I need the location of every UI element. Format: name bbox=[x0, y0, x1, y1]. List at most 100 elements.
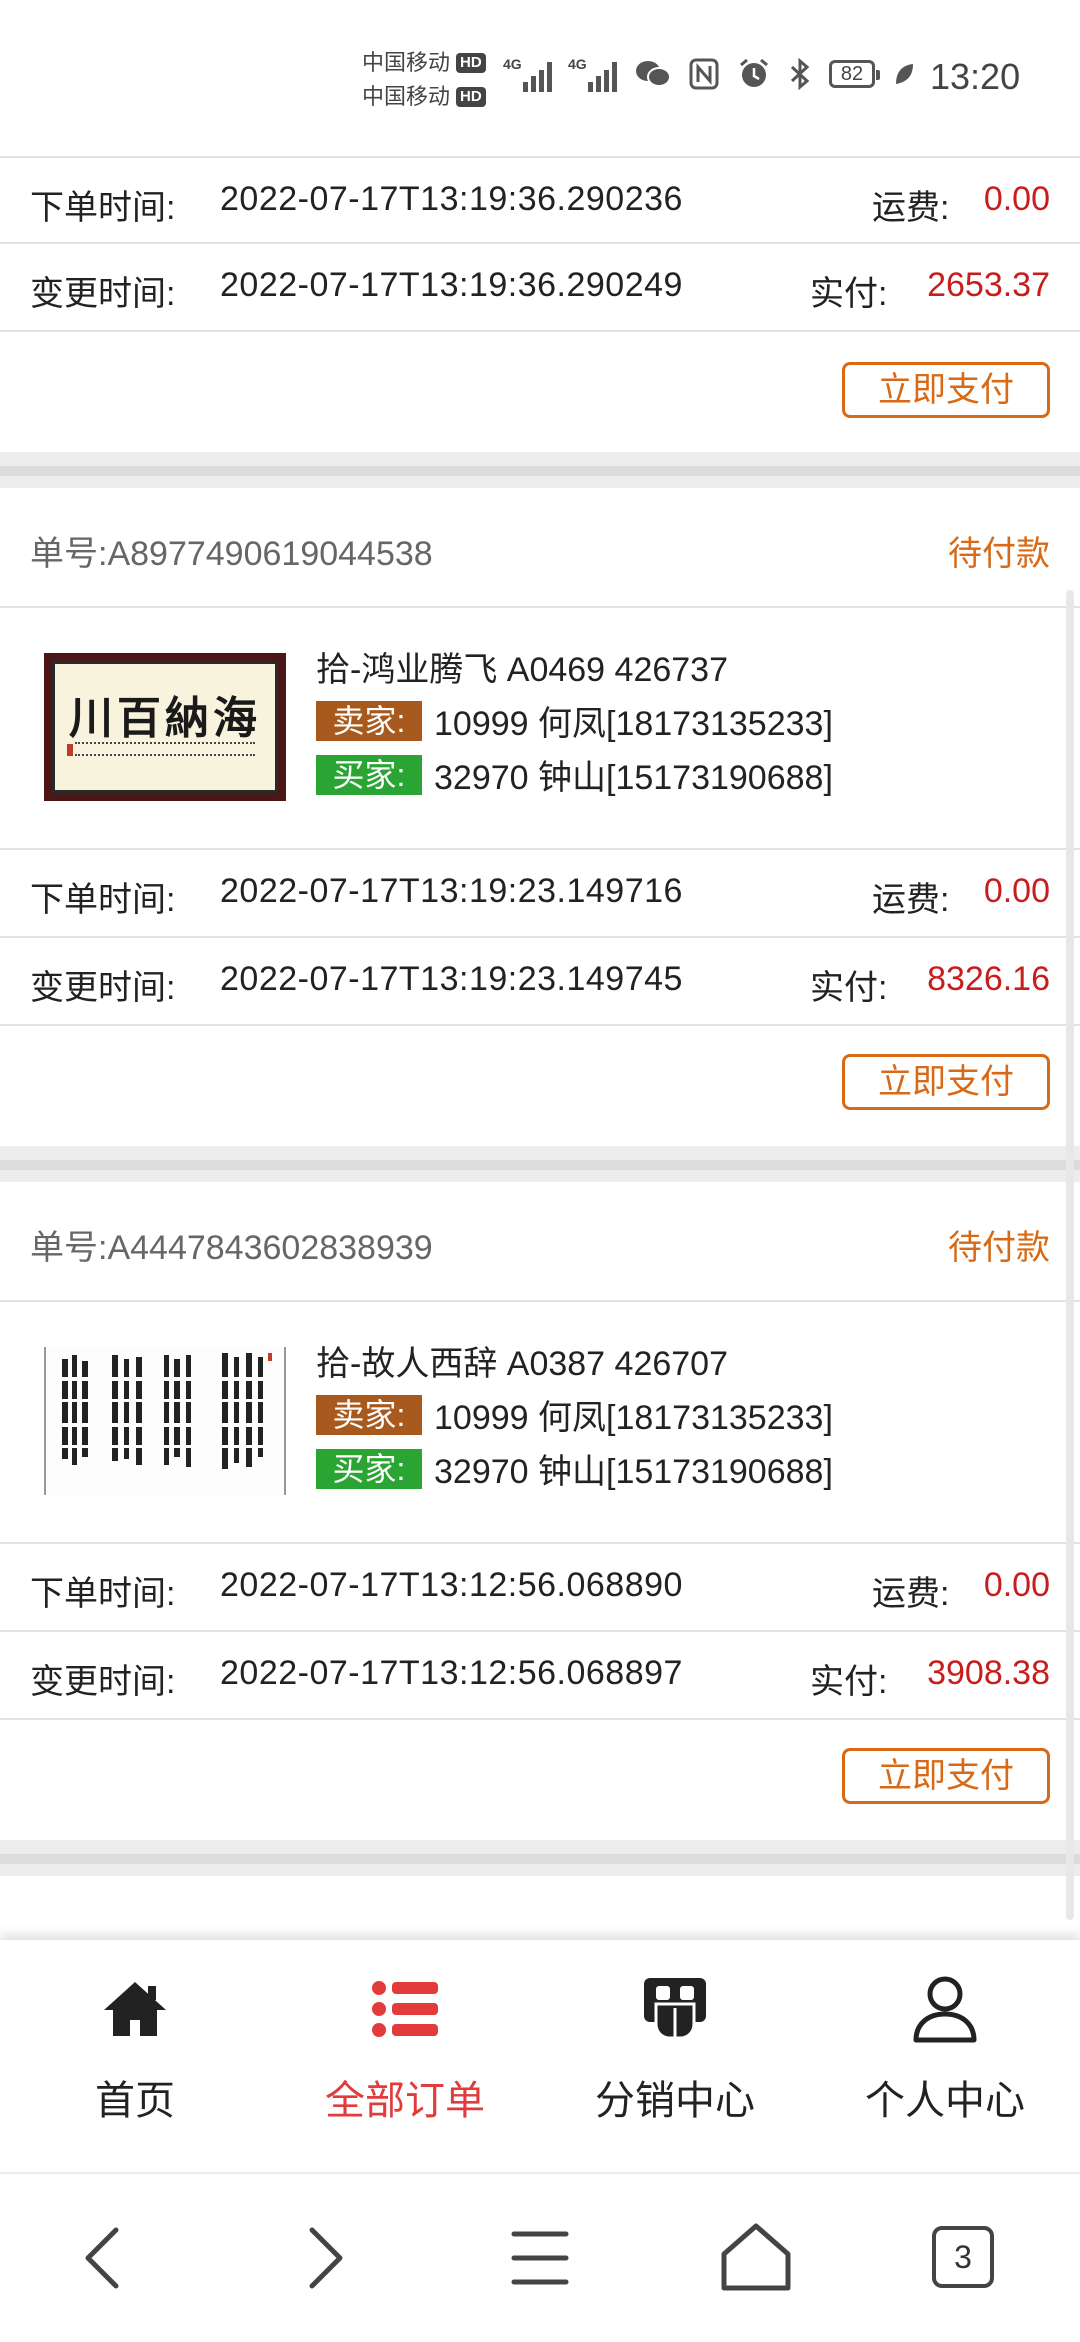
carrier-2: 中国移动 bbox=[362, 84, 451, 109]
bluetooth-icon bbox=[790, 57, 810, 91]
paid-label: 实付: bbox=[810, 969, 888, 1007]
order-number: 单号:A8977490619044538 bbox=[30, 535, 433, 573]
pay-now-button[interactable]: 立即支付 bbox=[842, 1748, 1050, 1804]
pay-now-button[interactable]: 立即支付 bbox=[842, 1054, 1050, 1110]
change-time-row: 变更时间: 2022-07-17T13:19:36.290249 实付: 265… bbox=[0, 244, 1080, 332]
product-title: 拾-故人西辞 A0387 426707 bbox=[316, 1345, 728, 1383]
scrollbar[interactable] bbox=[1066, 590, 1074, 1920]
seller-info: 10999 何凤[18173135233] bbox=[434, 705, 833, 743]
home-nav-icon[interactable] bbox=[716, 2218, 796, 2298]
paid-value: 2653.37 bbox=[927, 266, 1050, 304]
change-time-label: 变更时间: bbox=[30, 275, 176, 313]
alarm-icon bbox=[740, 58, 768, 87]
user-icon bbox=[913, 1976, 977, 2043]
change-time-value: 2022-07-17T13:12:56.068897 bbox=[220, 1654, 683, 1692]
order-time-label: 下单时间: bbox=[30, 881, 176, 919]
freight-label: 运费: bbox=[872, 1575, 950, 1613]
calligraphy-artwork bbox=[56, 1353, 276, 1469]
change-time-row: 变更时间: 2022-07-17T13:12:56.068897 实付: 390… bbox=[0, 1632, 1080, 1720]
freight-value: 0.00 bbox=[983, 1566, 1050, 1604]
tab-distribution[interactable]: 分销中心 bbox=[540, 1940, 810, 2172]
action-row: 立即支付 bbox=[0, 1720, 1080, 1840]
seller-line: 卖家: 10999 何凤[18173135233] bbox=[316, 696, 833, 745]
nfc-icon bbox=[689, 58, 719, 90]
buyer-info: 32970 钟山[15173190688] bbox=[434, 1453, 833, 1491]
tab-personal-label: 个人中心 bbox=[865, 2079, 1025, 2123]
seller-line: 卖家: 10999 何凤[18173135233] bbox=[316, 1390, 833, 1439]
hd-badge: HD bbox=[456, 87, 486, 107]
order-product[interactable]: 拾-故人西辞 A0387 426707 卖家: 10999 何凤[18173135… bbox=[0, 1302, 1080, 1544]
change-time-label: 变更时间: bbox=[30, 969, 176, 1007]
freight-value: 0.00 bbox=[983, 180, 1050, 218]
bottom-tab-bar: 首页 全部订单 分销中心 个人中心 bbox=[0, 1940, 1080, 2172]
distribution-icon bbox=[644, 1978, 706, 2040]
tab-personal[interactable]: 个人中心 bbox=[810, 1940, 1080, 2172]
hd-badge: HD bbox=[456, 53, 486, 73]
freight-label: 运费: bbox=[872, 881, 950, 919]
buyer-line: 买家: 32970 钟山[15173190688] bbox=[316, 1444, 833, 1493]
tabs-count-button[interactable]: 3 bbox=[932, 2226, 994, 2288]
order-divider bbox=[0, 1840, 1080, 1876]
buyer-tag: 买家: bbox=[316, 754, 422, 795]
tab-distribution-label: 分销中心 bbox=[595, 2079, 755, 2123]
order-time-row: 下单时间: 2022-07-17T13:19:23.149716 运费: 0.0… bbox=[0, 850, 1080, 938]
change-time-label: 变更时间: bbox=[30, 1663, 176, 1701]
signal-icon: 4G bbox=[503, 56, 552, 92]
order-time-value: 2022-07-17T13:12:56.068890 bbox=[220, 1566, 683, 1604]
order-divider bbox=[0, 1146, 1080, 1182]
order-header[interactable]: 单号:A4447843602838939 待付款 bbox=[0, 1182, 1080, 1302]
order-time-value: 2022-07-17T13:19:23.149716 bbox=[220, 872, 683, 910]
change-time-value: 2022-07-17T13:19:23.149745 bbox=[220, 960, 683, 998]
home-icon bbox=[104, 1982, 166, 2036]
order-time-row: 下单时间: 2022-07-17T13:12:56.068890 运费: 0.0… bbox=[0, 1544, 1080, 1632]
seller-tag: 卖家: bbox=[316, 700, 422, 741]
carrier-1: 中国移动 bbox=[362, 50, 451, 75]
tab-all-orders-label: 全部订单 bbox=[325, 2079, 485, 2123]
paid-label: 实付: bbox=[810, 1663, 888, 1701]
product-thumbnail[interactable] bbox=[44, 1347, 286, 1495]
browser-nav-bar: 3 bbox=[0, 2172, 1080, 2342]
order-time-label: 下单时间: bbox=[30, 189, 176, 227]
order-status: 待付款 bbox=[948, 1229, 1050, 1267]
seller-tag: 卖家: bbox=[316, 1394, 422, 1435]
forward-icon[interactable] bbox=[282, 2218, 362, 2298]
buyer-line: 买家: 32970 钟山[15173190688] bbox=[316, 750, 833, 799]
freight-value: 0.00 bbox=[983, 872, 1050, 910]
paid-value: 3908.38 bbox=[927, 1654, 1050, 1692]
buyer-info: 32970 钟山[15173190688] bbox=[434, 759, 833, 797]
carrier-info: 中国移动 HD 中国移动 HD bbox=[362, 46, 486, 114]
order-time-value: 2022-07-17T13:19:36.290236 bbox=[220, 180, 683, 218]
signal-icon: 4G bbox=[568, 56, 617, 92]
calligraphy-artwork: 海納百川 bbox=[69, 693, 261, 744]
battery-icon: 82 bbox=[829, 60, 880, 88]
order-product[interactable]: 海納百川 拾-鸿业腾飞 A0469 426737 卖家: 10999 何凤[181… bbox=[0, 608, 1080, 850]
tab-home[interactable]: 首页 bbox=[0, 1940, 270, 2172]
order-number: 单号:A4447843602838939 bbox=[30, 1229, 433, 1267]
order-time-row: 下单时间: 2022-07-17T13:19:36.290236 运费: 0.0… bbox=[0, 156, 1080, 244]
change-time-value: 2022-07-17T13:19:36.290249 bbox=[220, 266, 683, 304]
leaf-icon bbox=[896, 64, 913, 84]
tab-all-orders[interactable]: 全部订单 bbox=[270, 1940, 540, 2172]
order-header[interactable]: 单号:A8977490619044538 待付款 bbox=[0, 488, 1080, 608]
product-title: 拾-鸿业腾飞 A0469 426737 bbox=[316, 651, 728, 689]
wechat-icon bbox=[636, 61, 671, 87]
buyer-tag: 买家: bbox=[316, 1448, 422, 1489]
action-row: 立即支付 bbox=[0, 332, 1080, 452]
clock: 13:20 bbox=[930, 56, 1021, 97]
action-row: 立即支付 bbox=[0, 1026, 1080, 1146]
pay-now-button[interactable]: 立即支付 bbox=[842, 362, 1050, 418]
paid-label: 实付: bbox=[810, 275, 888, 313]
tab-home-label: 首页 bbox=[95, 2079, 175, 2123]
list-icon bbox=[372, 1981, 438, 2037]
paid-value: 8326.16 bbox=[927, 960, 1050, 998]
menu-icon[interactable] bbox=[500, 2218, 580, 2298]
status-icons: 4G 4G 82 bbox=[503, 56, 915, 92]
back-icon[interactable] bbox=[66, 2218, 146, 2298]
seller-info: 10999 何凤[18173135233] bbox=[434, 1399, 833, 1437]
order-time-label: 下单时间: bbox=[30, 1575, 176, 1613]
order-divider bbox=[0, 452, 1080, 488]
status-bar: 中国移动 HD 中国移动 HD 4G 4G 82 13:20 bbox=[0, 0, 1080, 156]
change-time-row: 变更时间: 2022-07-17T13:19:23.149745 实付: 832… bbox=[0, 938, 1080, 1026]
product-thumbnail[interactable]: 海納百川 bbox=[44, 653, 286, 801]
freight-label: 运费: bbox=[872, 189, 950, 227]
